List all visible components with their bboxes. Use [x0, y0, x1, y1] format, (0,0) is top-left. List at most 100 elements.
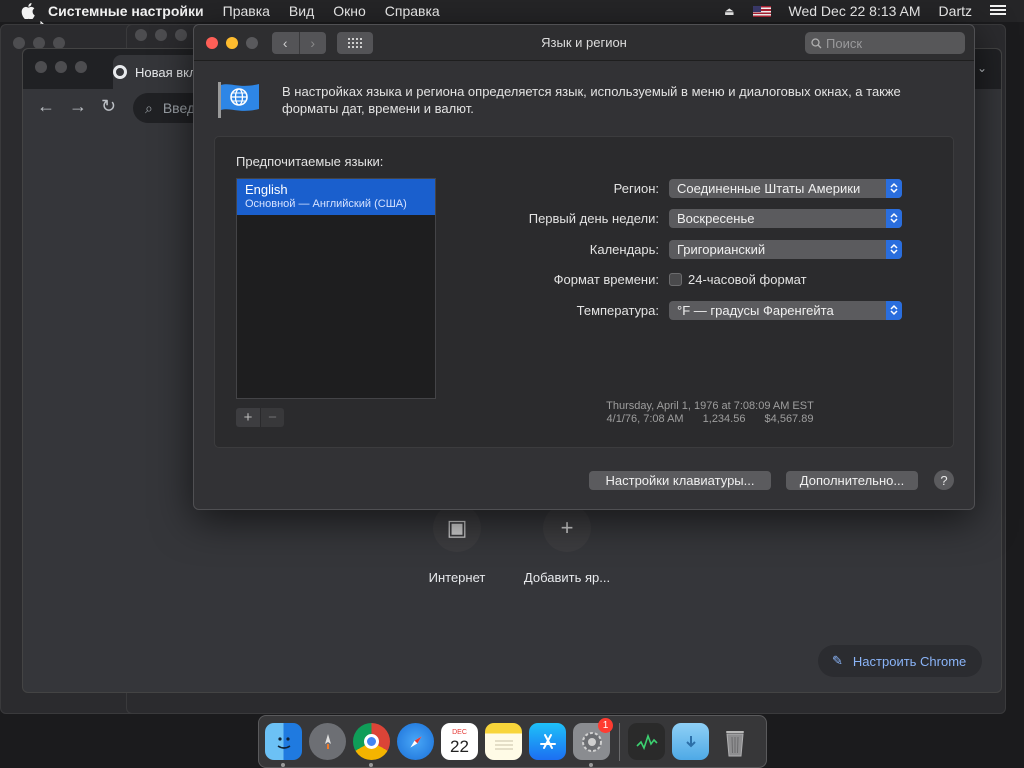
region-row: Регион: Соединенные Штаты Америки	[485, 177, 902, 199]
input-source-flag-icon[interactable]	[752, 5, 771, 17]
launchpad-icon[interactable]	[309, 723, 346, 760]
sample-number: 1,234.56	[702, 413, 746, 425]
menu-edit[interactable]: Правка	[223, 3, 270, 19]
search-field[interactable]	[805, 32, 965, 54]
sample-short-date: 4/1/76, 7:08 AM	[606, 413, 684, 425]
search-input[interactable]	[826, 35, 956, 51]
eject-icon[interactable]: ⏏	[724, 5, 734, 18]
calendar-icon[interactable]: DEC 22	[441, 723, 478, 760]
zoom-button[interactable]	[246, 37, 258, 49]
add-language-button[interactable]: +	[236, 408, 260, 427]
popup-arrows-icon	[886, 208, 902, 228]
chrome-tab-title: Новая вкл	[135, 64, 197, 80]
menu-app-name[interactable]: Системные настройки	[48, 3, 204, 19]
region-popup[interactable]: Соединенные Штаты Америки	[669, 178, 902, 198]
help-button[interactable]: ?	[934, 470, 954, 490]
chrome-logo-icon	[113, 65, 127, 79]
calendar-row: Календарь: Григорианский	[485, 238, 902, 260]
omnibox-placeholder: Введ	[162, 100, 196, 116]
calendar-day: 22	[450, 736, 469, 756]
format-sample: Thursday, April 1, 1976 at 7:08:09 AM ES…	[485, 400, 935, 426]
activity-monitor-icon[interactable]	[628, 723, 665, 760]
forward-arrow-icon[interactable]: →	[69, 96, 87, 117]
customize-chrome-label: Настроить Chrome	[852, 653, 967, 669]
nav-buttons: ‹ ›	[272, 32, 326, 54]
search-icon: ⌕	[145, 99, 153, 116]
language-detail: Основной — Английский (США)	[245, 198, 407, 210]
pencil-icon: ✎	[832, 653, 843, 668]
menu-window[interactable]: Окно	[333, 3, 366, 19]
calendar-label: Календарь:	[589, 241, 659, 257]
first-day-label: Первый день недели:	[528, 210, 659, 226]
time-format-checkbox[interactable]	[669, 272, 682, 286]
tab-search-chevron-icon[interactable]: ⌄	[977, 61, 987, 75]
shortcut-add[interactable]: + Добавить яр...	[507, 504, 627, 585]
calendar-month: DEC	[452, 728, 467, 736]
apple-menu-icon[interactable]	[20, 2, 36, 20]
app-store-icon[interactable]	[529, 723, 566, 760]
popup-arrows-icon	[886, 300, 902, 320]
downloads-folder-icon[interactable]	[672, 723, 709, 760]
dock: DEC 22 1	[258, 715, 767, 768]
preferred-languages-list[interactable]: English Основной — Английский (США)	[236, 178, 436, 399]
add-remove-language-control: + −	[236, 408, 284, 427]
first-day-popup[interactable]: Воскресенье	[669, 208, 902, 228]
menu-bar: Системные настройки Правка Вид Окно Спра…	[0, 0, 1024, 22]
search-icon	[811, 37, 822, 48]
shortcut-favicon-icon: ▣	[433, 504, 481, 552]
back-arrow-icon[interactable]: ←	[37, 96, 55, 117]
temperature-value: °F — градусы Фаренгейта	[677, 302, 834, 318]
minimize-button[interactable]	[226, 37, 238, 49]
trash-icon[interactable]	[716, 723, 753, 760]
language-name: English	[245, 182, 288, 197]
menu-help[interactable]: Справка	[385, 3, 440, 19]
back-chevron-icon[interactable]: ‹	[272, 32, 299, 54]
menu-view[interactable]: Вид	[289, 3, 314, 19]
intro-description: В настройках языка и региона определяетс…	[282, 84, 901, 116]
time-format-checkbox-row[interactable]: 24-часовой формат	[669, 272, 807, 287]
keyboard-preferences-button[interactable]: Настройки клавиатуры...	[589, 471, 771, 490]
customize-chrome-button[interactable]: ✎ Настроить Chrome	[818, 645, 983, 677]
sample-currency: $4,567.89	[764, 413, 814, 425]
window-titlebar: ‹ › Язык и регион	[194, 25, 974, 61]
region-value: Соединенные Штаты Америки	[677, 180, 861, 196]
reload-icon[interactable]: ↻	[101, 96, 116, 117]
preferred-languages-label: Предпочитаемые языки:	[236, 154, 384, 169]
shortcut-label: Добавить яр...	[523, 570, 611, 585]
region-label: Регион:	[613, 180, 659, 196]
control-center-icon[interactable]	[990, 3, 1006, 19]
chrome-icon[interactable]	[353, 723, 390, 767]
language-region-globe-flag-icon	[217, 81, 261, 119]
safari-icon[interactable]	[397, 723, 434, 760]
first-day-value: Воскресенье	[677, 210, 755, 226]
advanced-button[interactable]: Дополнительно...	[786, 471, 918, 490]
settings-group-box: Предпочитаемые языки: English Основной —…	[214, 136, 954, 448]
popup-arrows-icon	[886, 178, 902, 198]
finder-icon[interactable]	[265, 723, 302, 767]
temperature-row: Температура: °F — градусы Фаренгейта	[485, 299, 902, 321]
time-format-label: Формат времени:	[553, 271, 659, 287]
close-button[interactable]	[206, 37, 218, 49]
show-all-grid-button[interactable]	[337, 32, 373, 54]
temperature-label: Температура:	[576, 302, 659, 318]
grid-icon	[348, 38, 362, 48]
first-day-row: Первый день недели: Воскресенье	[485, 207, 902, 229]
remove-language-button[interactable]: −	[260, 408, 284, 427]
time-format-row: Формат времени: 24-часовой формат	[485, 268, 807, 290]
sample-long-date: Thursday, April 1, 1976 at 7:08:09 AM ES…	[606, 400, 814, 412]
menu-clock[interactable]: Wed Dec 22 8:13 AM	[789, 3, 921, 19]
calendar-popup[interactable]: Григорианский	[669, 239, 902, 259]
time-format-checkbox-label: 24-часовой формат	[688, 271, 807, 287]
language-list-item-english[interactable]: English Основной — Английский (США)	[237, 179, 435, 215]
dock-separator	[619, 722, 620, 761]
menu-user[interactable]: Dartz	[939, 3, 972, 19]
shortcut-internet[interactable]: ▣ Интернет	[397, 504, 517, 585]
notes-icon[interactable]	[485, 723, 522, 760]
plus-icon: +	[543, 504, 591, 552]
language-region-window: ‹ › Язык и регион Поиск В настройках язы…	[193, 24, 975, 510]
system-preferences-icon[interactable]: 1	[573, 718, 613, 767]
shortcut-label: Интернет	[428, 570, 486, 585]
forward-chevron-icon[interactable]: ›	[298, 32, 327, 54]
calendar-value: Григорианский	[677, 241, 766, 257]
temperature-popup[interactable]: °F — градусы Фаренгейта	[669, 300, 902, 320]
